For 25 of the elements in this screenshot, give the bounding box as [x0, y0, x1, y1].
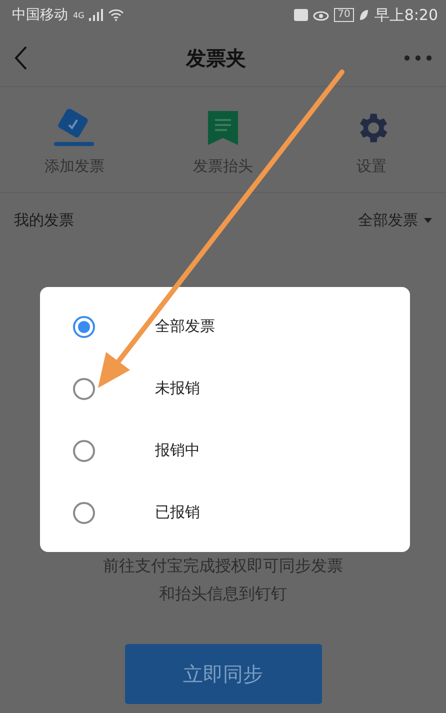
sync-message: 前往支付宝完成授权即可同步发票: [103, 555, 343, 577]
radio-button[interactable]: [73, 378, 95, 400]
network-type: 4G: [73, 10, 84, 20]
wifi-icon: [108, 9, 124, 21]
bookmark-icon: [206, 109, 240, 147]
caret-icon: [424, 218, 432, 223]
back-icon[interactable]: [14, 46, 28, 70]
battery-level: 70: [334, 8, 354, 22]
more-icon[interactable]: [404, 55, 432, 61]
signal-icon: [89, 9, 104, 21]
leaf-icon: [359, 9, 370, 21]
clock-time: 早上8:20: [374, 6, 438, 24]
eye-icon: [312, 9, 329, 21]
radio-button[interactable]: [73, 440, 95, 462]
sync-button[interactable]: 立即同步: [124, 644, 322, 704]
filter-option[interactable]: 报销中: [40, 420, 410, 482]
filter-option[interactable]: 已报销: [40, 482, 410, 544]
tray-check-icon: [53, 109, 96, 147]
page-title: 发票夹: [186, 44, 246, 72]
filter-dropdown[interactable]: 全部发票: [358, 211, 432, 230]
section-title: 我的发票: [14, 211, 74, 230]
radio-button[interactable]: [73, 316, 95, 338]
carrier-name: 中国移动: [12, 6, 68, 24]
radio-button[interactable]: [73, 502, 95, 524]
sync-message: 和抬头信息到钉钉: [159, 583, 287, 605]
